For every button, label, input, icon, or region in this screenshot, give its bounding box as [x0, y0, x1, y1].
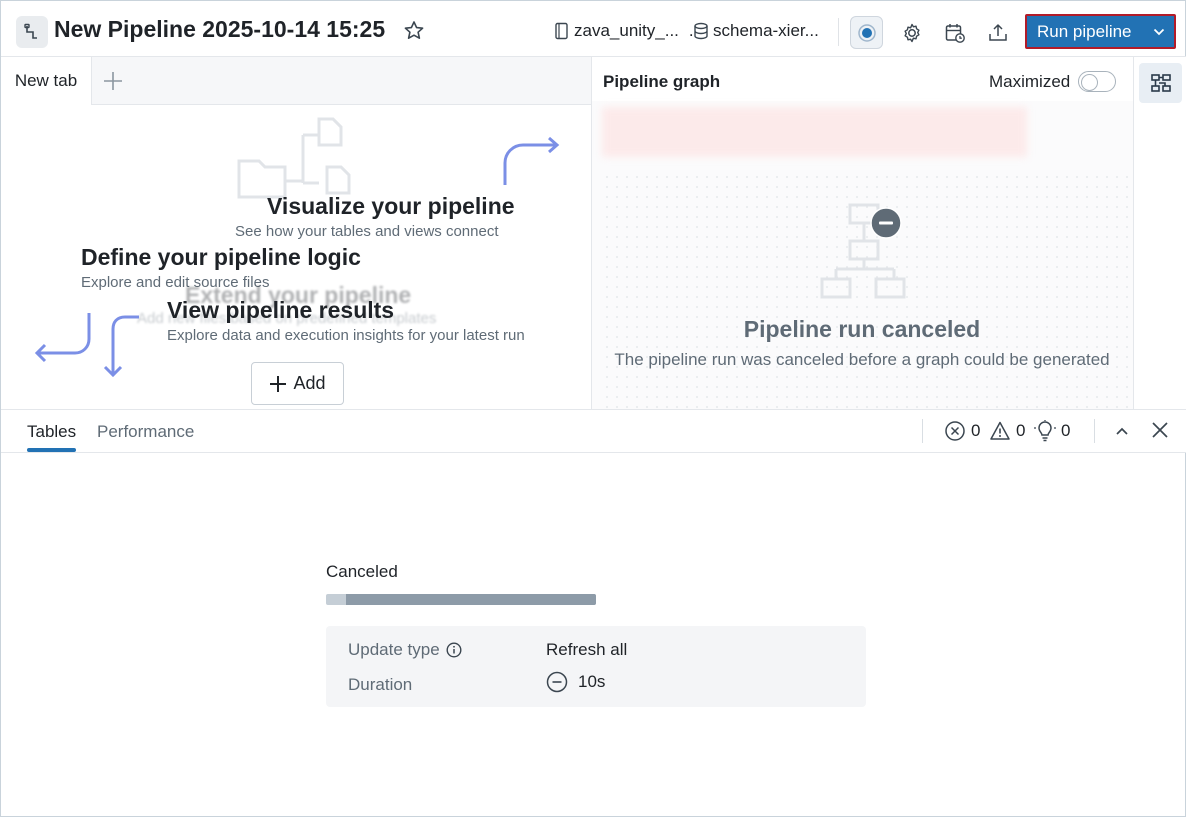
duration-text: 10s: [578, 672, 606, 691]
plus-icon: [270, 375, 287, 392]
maximized-toggle[interactable]: [1078, 71, 1116, 92]
record-icon: [857, 23, 876, 42]
schema-icon: [694, 22, 708, 40]
add-tab-button[interactable]: [101, 69, 125, 93]
update-type-text: Refresh all: [546, 640, 628, 659]
update-type-value: Refresh all: [546, 640, 627, 660]
warning-icon: [990, 421, 1010, 440]
canceled-minus-icon: [870, 207, 902, 239]
arrow-top-right-icon: [503, 136, 560, 185]
close-icon: [1152, 422, 1168, 438]
active-tab-indicator: [27, 448, 76, 452]
canceled-subtitle: The pipeline run was canceled before a g…: [614, 350, 1110, 369]
run-progress-bar: [326, 594, 596, 605]
catalog-icon: [555, 22, 568, 40]
canceled-title: Pipeline run canceled: [743, 316, 981, 342]
graph-title: Pipeline graph: [603, 72, 721, 91]
plus-icon: [104, 72, 122, 90]
schedule-button[interactable]: [938, 16, 971, 49]
insight-counter[interactable]: 0: [1034, 420, 1070, 442]
schema-name: schema-xier...: [713, 21, 819, 40]
chevron-down-icon: [1153, 28, 1165, 35]
graph-icon: [1150, 74, 1171, 92]
error-banner: [602, 107, 1027, 157]
collapse-panel-button[interactable]: [1109, 416, 1135, 446]
upload-icon: [988, 23, 1007, 41]
visualize-subtitle: See how your tables and views connect: [235, 223, 499, 240]
gear-icon: [903, 23, 920, 42]
toolbar-divider: [1094, 419, 1095, 443]
pipeline-icon: [16, 16, 48, 48]
run-summary: Update type Refresh all Duration 10s: [326, 626, 866, 707]
arrow-left-icon: [34, 313, 91, 363]
calendar-clock-icon: [945, 23, 965, 43]
record-toggle-button[interactable]: [850, 16, 883, 49]
warning-counter[interactable]: 0: [989, 420, 1025, 442]
editor-tab-bar: New tab: [1, 57, 591, 105]
tab-tables[interactable]: Tables: [27, 422, 76, 442]
duration-value: 10s: [546, 671, 605, 693]
tab-label: New tab: [14, 71, 78, 90]
toolbar-divider: [922, 419, 923, 443]
run-status: Canceled: [326, 562, 398, 581]
chevron-up-icon: [1116, 427, 1128, 435]
duration-key: Duration: [348, 675, 412, 695]
define-title: Define your pipeline logic: [81, 244, 361, 270]
favorite-star-icon[interactable]: [402, 19, 426, 43]
results-tab-bar: Tables Performance 0 0 0: [1, 409, 1186, 453]
error-icon: [945, 421, 965, 441]
header-divider: [838, 18, 839, 46]
onboarding-panel: Visualize your pipeline See how your tab…: [1, 105, 591, 408]
add-button-label: Add: [293, 373, 326, 393]
tab-performance[interactable]: Performance: [97, 422, 194, 442]
run-options-dropdown[interactable]: [1144, 16, 1174, 47]
error-count: 0: [971, 421, 981, 440]
error-counter[interactable]: 0: [944, 420, 980, 442]
graph-view-button[interactable]: [1139, 63, 1182, 103]
page-title: New Pipeline 2025-10-14 15:25: [54, 16, 386, 42]
pipeline-graph-panel: Pipeline graph Maximized Pipeline run ca…: [591, 57, 1134, 409]
catalog-name: zava_unity_...: [574, 21, 679, 40]
update-type-key: Update type: [348, 640, 462, 660]
update-type-label: Update type: [348, 640, 440, 659]
run-pipeline-button[interactable]: Run pipeline: [1025, 14, 1176, 49]
app-window: New Pipeline 2025-10-14 15:25 zava_unity…: [0, 0, 1186, 817]
visualize-title: Visualize your pipeline: [267, 193, 515, 219]
results-subtitle: Explore data and execution insights for …: [167, 327, 525, 344]
close-panel-button[interactable]: [1146, 415, 1174, 445]
settings-button[interactable]: [895, 16, 928, 49]
arrow-down-icon: [103, 315, 139, 378]
catalog-breadcrumb[interactable]: zava_unity_... .: [554, 21, 694, 41]
header: New Pipeline 2025-10-14 15:25 zava_unity…: [1, 1, 1186, 57]
share-button[interactable]: [981, 16, 1014, 49]
lightbulb-icon: [1034, 420, 1056, 442]
canceled-icon: [546, 671, 568, 693]
maximized-label: Maximized: [989, 72, 1071, 91]
graph-header: Pipeline graph Maximized: [592, 57, 1134, 101]
right-rail: [1133, 57, 1186, 409]
tab-new-tab[interactable]: New tab: [1, 57, 92, 105]
insight-count: 0: [1061, 421, 1071, 440]
duration-label: Duration: [348, 675, 413, 694]
file-tree-illustration: [237, 117, 351, 199]
results-title: View pipeline results: [167, 297, 395, 323]
run-pipeline-label: Run pipeline: [1037, 21, 1132, 41]
warning-count: 0: [1016, 421, 1026, 440]
info-icon[interactable]: [446, 642, 462, 658]
add-button[interactable]: Add: [251, 362, 344, 405]
run-progress-fill: [346, 594, 596, 605]
schema-breadcrumb[interactable]: schema-xier...: [693, 21, 819, 41]
